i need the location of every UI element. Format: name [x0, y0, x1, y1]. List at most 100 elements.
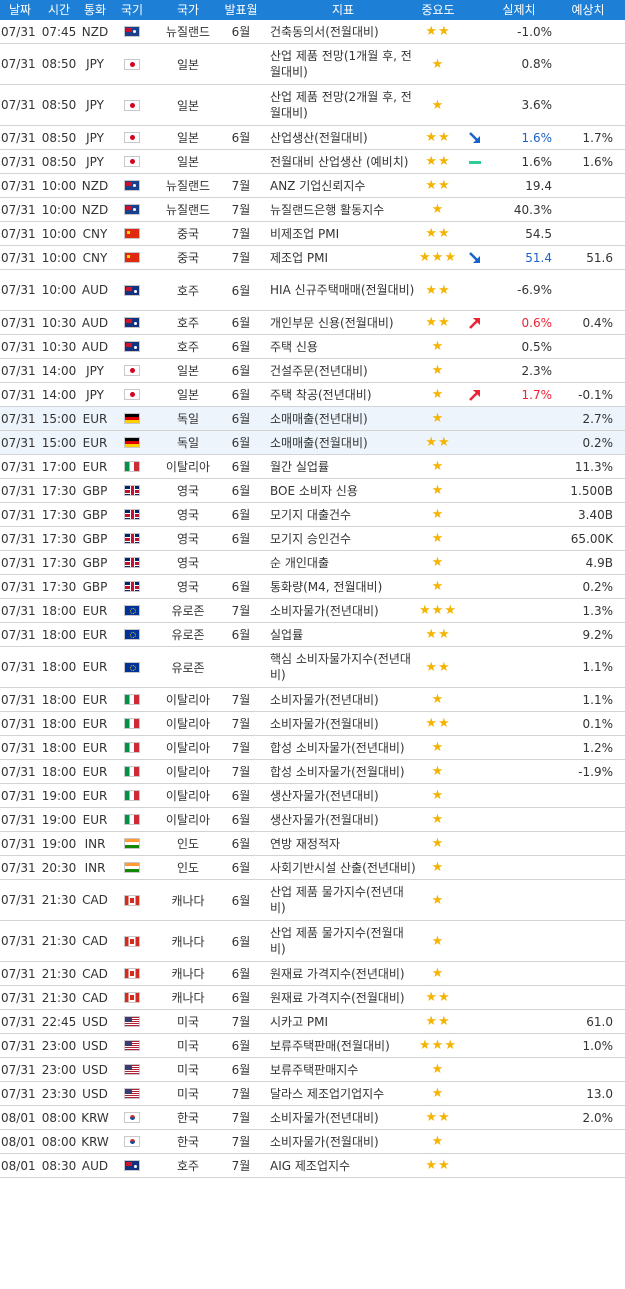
indicator-name[interactable]: 시카고 PMI — [270, 1014, 328, 1030]
row-indicator[interactable]: 생산자물가(전월대비) — [270, 808, 416, 831]
indicator-name[interactable]: 개인부문 신용(전월대비) — [270, 315, 394, 331]
row-indicator[interactable]: HIA 신규주택매매(전월대비) — [270, 270, 416, 310]
table-row[interactable]: 07/31 19:00 INR 인도 6월 연방 재정적자 ★ — [0, 832, 625, 856]
indicator-name[interactable]: 소매매출(전월대비) — [270, 435, 368, 451]
row-indicator[interactable]: 원재료 가격지수(전년대비) — [270, 962, 416, 985]
row-indicator[interactable]: 산업생산(전월대비) — [270, 126, 416, 149]
indicator-name[interactable]: 제조업 PMI — [270, 250, 328, 266]
table-row[interactable]: 07/31 07:45 NZD 뉴질랜드 6월 건축동의서(전월대비) ★★ -1.0% — [0, 20, 625, 44]
table-row[interactable]: 07/31 08:50 JPY 일본 전월대비 산업생산 (예비치) ★★ 1.6% 1.6% — [0, 150, 625, 174]
row-indicator[interactable]: 주택 착공(전년대비) — [270, 383, 416, 406]
indicator-name[interactable]: 산업 제품 전망(2개월 후, 전월대비) — [270, 89, 416, 121]
row-indicator[interactable]: 순 개인대출 — [270, 551, 416, 574]
table-row[interactable]: 07/31 19:00 EUR 이탈리아 6월 생산자물가(전년대비) ★ — [0, 784, 625, 808]
row-indicator[interactable]: 핵심 소비자물가지수(전년대비) — [270, 647, 416, 687]
row-indicator[interactable]: 산업 제품 전망(1개월 후, 전월대비) — [270, 44, 416, 84]
row-indicator[interactable]: 개인부문 신용(전월대비) — [270, 311, 416, 334]
row-indicator[interactable]: 소매매출(전월대비) — [270, 431, 416, 454]
indicator-name[interactable]: 산업 제품 전망(1개월 후, 전월대비) — [270, 48, 416, 80]
indicator-name[interactable]: 산업 제품 물가지수(전년대비) — [270, 884, 416, 916]
table-row[interactable]: 07/31 23:30 USD 미국 7월 달라스 제조업기업지수 ★ 13.0 — [0, 1082, 625, 1106]
row-indicator[interactable]: 보류주택판매지수 — [270, 1058, 416, 1081]
indicator-name[interactable]: 주택 착공(전년대비) — [270, 387, 372, 403]
indicator-name[interactable]: 사회기반시설 산출(전년대비) — [270, 860, 416, 876]
table-row[interactable]: 07/31 18:00 EUR 유로존 6월 실업률 ★★ 9.2% — [0, 623, 625, 647]
indicator-name[interactable]: 뉴질랜드은행 활동지수 — [270, 202, 384, 218]
indicator-name[interactable]: 원재료 가격지수(전월대비) — [270, 990, 405, 1006]
indicator-name[interactable]: 연방 재정적자 — [270, 836, 340, 852]
table-row[interactable]: 07/31 18:00 EUR 이탈리아 7월 소비자물가(전월대비) ★★ 0.1% — [0, 712, 625, 736]
table-row[interactable]: 08/01 08:00 KRW 한국 7월 소비자물가(전년대비) ★★ 2.0% — [0, 1106, 625, 1130]
table-row[interactable]: 07/31 21:30 CAD 캐나다 6월 산업 제품 물가지수(전월대비) ★ — [0, 921, 625, 962]
indicator-name[interactable]: AIG 제조업지수 — [270, 1158, 350, 1174]
row-indicator[interactable]: BOE 소비자 신용 — [270, 479, 416, 502]
indicator-name[interactable]: 소매매출(전년대비) — [270, 411, 368, 427]
header-importance[interactable]: 중요도 — [406, 0, 470, 20]
row-indicator[interactable]: 전월대비 산업생산 (예비치) — [270, 150, 416, 173]
table-row[interactable]: 07/31 10:00 AUD 호주 6월 HIA 신규주택매매(전월대비) ★★ -6.9% — [0, 270, 625, 311]
indicator-name[interactable]: 소비자물가(전년대비) — [270, 692, 379, 708]
table-row[interactable]: 07/31 17:30 GBP 영국 6월 통화량(M4, 전월대비) ★ 0.2% — [0, 575, 625, 599]
indicator-name[interactable]: 통화량(M4, 전월대비) — [270, 579, 382, 595]
table-row[interactable]: 07/31 17:30 GBP 영국 6월 모기지 대출건수 ★ 3.40B — [0, 503, 625, 527]
row-indicator[interactable]: 소매매출(전년대비) — [270, 407, 416, 430]
table-row[interactable]: 07/31 21:30 CAD 캐나다 6월 원재료 가격지수(전년대비) ★ — [0, 962, 625, 986]
table-row[interactable]: 07/31 15:00 EUR 독일 6월 소매매출(전년대비) ★ 2.7% — [0, 407, 625, 431]
table-row[interactable]: 08/01 08:00 KRW 한국 7월 소비자물가(전월대비) ★ — [0, 1130, 625, 1154]
row-indicator[interactable]: 보류주택판매(전월대비) — [270, 1034, 416, 1057]
table-row[interactable]: 07/31 21:30 CAD 캐나다 6월 산업 제품 물가지수(전년대비) ★ — [0, 880, 625, 921]
indicator-name[interactable]: 보류주택판매(전월대비) — [270, 1038, 390, 1054]
table-row[interactable]: 07/31 18:00 EUR 이탈리아 7월 합성 소비자물가(전년대비) ★ 1.2% — [0, 736, 625, 760]
indicator-name[interactable]: 주택 신용 — [270, 339, 318, 355]
row-indicator[interactable]: 통화량(M4, 전월대비) — [270, 575, 416, 598]
indicator-name[interactable]: 건설주문(전년대비) — [270, 363, 368, 379]
table-row[interactable]: 07/31 17:30 GBP 영국 순 개인대출 ★ 4.9B — [0, 551, 625, 575]
indicator-name[interactable]: 핵심 소비자물가지수(전년대비) — [270, 651, 416, 683]
indicator-name[interactable]: ANZ 기업신뢰지수 — [270, 178, 365, 194]
row-indicator[interactable]: 건설주문(전년대비) — [270, 359, 416, 382]
row-indicator[interactable]: 시카고 PMI — [270, 1010, 416, 1033]
row-indicator[interactable]: 합성 소비자물가(전월대비) — [270, 760, 416, 783]
table-row[interactable]: 07/31 23:00 USD 미국 6월 보류주택판매지수 ★ — [0, 1058, 625, 1082]
indicator-name[interactable]: HIA 신규주택매매(전월대비) — [270, 282, 414, 298]
header-time[interactable]: 시간 — [40, 0, 78, 20]
table-row[interactable]: 07/31 18:00 EUR 이탈리아 7월 소비자물가(전년대비) ★ 1.1% — [0, 688, 625, 712]
row-indicator[interactable]: 소비자물가(전월대비) — [270, 712, 416, 735]
table-row[interactable]: 07/31 19:00 EUR 이탈리아 6월 생산자물가(전월대비) ★ — [0, 808, 625, 832]
header-currency[interactable]: 통화 — [78, 0, 112, 20]
indicator-name[interactable]: 합성 소비자물가(전년대비) — [270, 740, 405, 756]
indicator-name[interactable]: 소비자물가(전월대비) — [270, 716, 379, 732]
table-row[interactable]: 07/31 17:00 EUR 이탈리아 6월 월간 실업률 ★ 11.3% — [0, 455, 625, 479]
table-row[interactable]: 07/31 10:00 CNY 중국 7월 비제조업 PMI ★★ 54.5 — [0, 222, 625, 246]
row-indicator[interactable]: 뉴질랜드은행 활동지수 — [270, 198, 416, 221]
row-indicator[interactable]: 원재료 가격지수(전월대비) — [270, 986, 416, 1009]
indicator-name[interactable]: 원재료 가격지수(전년대비) — [270, 966, 405, 982]
row-indicator[interactable]: 실업률 — [270, 623, 416, 646]
table-row[interactable]: 08/01 08:30 AUD 호주 7월 AIG 제조업지수 ★★ — [0, 1154, 625, 1178]
header-country[interactable]: 국가 — [152, 0, 224, 20]
table-row[interactable]: 07/31 10:00 NZD 뉴질랜드 7월 뉴질랜드은행 활동지수 ★ 40.3% — [0, 198, 625, 222]
indicator-name[interactable]: BOE 소비자 신용 — [270, 483, 358, 499]
indicator-name[interactable]: 소비자물가(전월대비) — [270, 1134, 379, 1150]
row-indicator[interactable]: 비제조업 PMI — [270, 222, 416, 245]
row-indicator[interactable]: 제조업 PMI — [270, 246, 416, 269]
table-row[interactable]: 07/31 23:00 USD 미국 6월 보류주택판매(전월대비) ★★★ 1.0% — [0, 1034, 625, 1058]
row-indicator[interactable]: 모기지 대출건수 — [270, 503, 416, 526]
indicator-name[interactable]: 월간 실업률 — [270, 459, 329, 475]
table-row[interactable]: 07/31 14:00 JPY 일본 6월 주택 착공(전년대비) ★ 1.7% -0.1% — [0, 383, 625, 407]
row-indicator[interactable]: 산업 제품 물가지수(전년대비) — [270, 880, 416, 920]
indicator-name[interactable]: 산업 제품 물가지수(전월대비) — [270, 925, 416, 957]
row-indicator[interactable]: 소비자물가(전월대비) — [270, 1130, 416, 1153]
indicator-name[interactable]: 모기지 대출건수 — [270, 507, 351, 523]
row-indicator[interactable]: 소비자물가(전년대비) — [270, 599, 416, 622]
row-indicator[interactable]: AIG 제조업지수 — [270, 1154, 416, 1177]
indicator-name[interactable]: 건축동의서(전월대비) — [270, 24, 379, 40]
table-row[interactable]: 07/31 10:30 AUD 호주 6월 개인부문 신용(전월대비) ★★ 0.6% 0.4% — [0, 311, 625, 335]
indicator-name[interactable]: 보류주택판매지수 — [270, 1062, 358, 1078]
indicator-name[interactable]: 산업생산(전월대비) — [270, 130, 368, 146]
row-indicator[interactable]: ANZ 기업신뢰지수 — [270, 174, 416, 197]
row-indicator[interactable]: 산업 제품 전망(2개월 후, 전월대비) — [270, 85, 416, 125]
indicator-name[interactable]: 순 개인대출 — [270, 555, 329, 571]
table-row[interactable]: 07/31 18:00 EUR 유로존 핵심 소비자물가지수(전년대비) ★★ 1.1% — [0, 647, 625, 688]
table-row[interactable]: 07/31 15:00 EUR 독일 6월 소매매출(전월대비) ★★ 0.2% — [0, 431, 625, 455]
